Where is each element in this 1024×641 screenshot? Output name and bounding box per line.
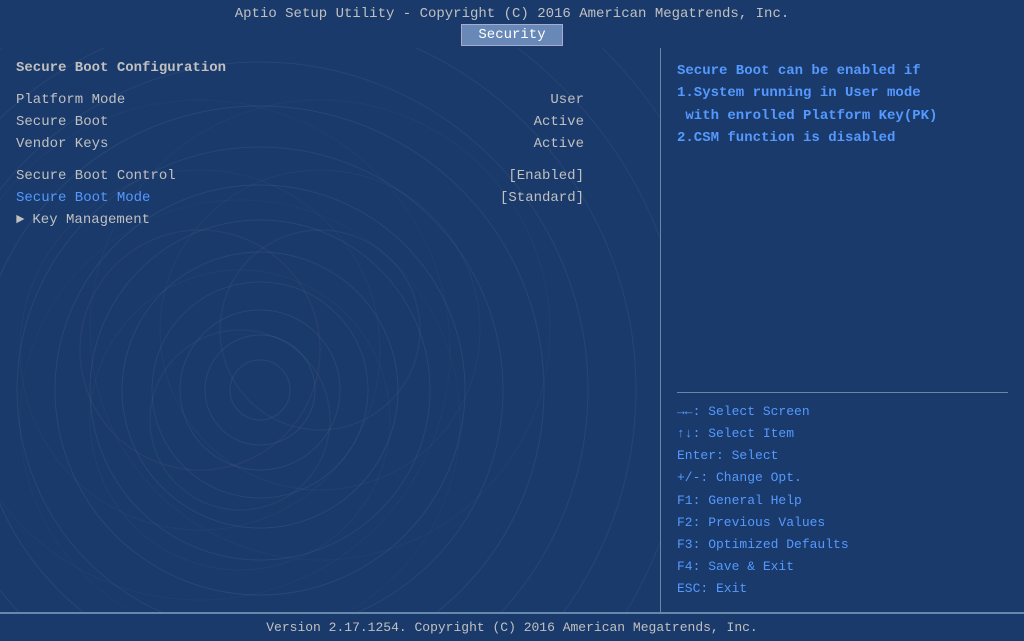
secure-boot-control-value: [Enabled] — [508, 168, 584, 184]
help-line-3: with enrolled Platform Key(PK) — [677, 105, 1008, 127]
shortcut-enter: Enter: Select — [677, 445, 1008, 467]
shortcut-f1: F1: General Help — [677, 490, 1008, 512]
shortcut-esc: ESC: Exit — [677, 578, 1008, 600]
key-management-label: Key Management — [32, 212, 150, 228]
secure-boot-value: Active — [534, 114, 584, 130]
shortcut-change: +/-: Change Opt. — [677, 467, 1008, 489]
secure-boot-control-item[interactable]: Secure Boot Control [Enabled] — [16, 168, 644, 184]
section-title: Secure Boot Configuration — [16, 60, 644, 76]
secure-boot-label: Secure Boot — [16, 114, 108, 130]
shortcuts-divider — [677, 392, 1008, 393]
title-bar: Aptio Setup Utility - Copyright (C) 2016… — [0, 0, 1024, 22]
shortcut-f3: F3: Optimized Defaults — [677, 534, 1008, 556]
platform-mode-item: Platform Mode User — [16, 92, 644, 108]
left-panel: Secure Boot Configuration Platform Mode … — [0, 48, 660, 612]
menu-separator-1 — [16, 158, 644, 168]
secure-boot-mode-value: [Standard] — [500, 190, 584, 206]
shortcuts-area: →←: Select Screen ↑↓: Select Item Enter:… — [677, 384, 1008, 600]
platform-mode-label: Platform Mode — [16, 92, 125, 108]
key-management-item[interactable]: ► Key Management — [16, 212, 644, 228]
secure-boot-item: Secure Boot Active — [16, 114, 644, 130]
help-line-2: 1.System running in User mode — [677, 82, 1008, 104]
shortcut-f2: F2: Previous Values — [677, 512, 1008, 534]
tab-security[interactable]: Security — [461, 24, 562, 46]
content-area: Secure Boot Configuration Platform Mode … — [0, 48, 1024, 612]
shortcut-select-screen: →←: Select Screen — [677, 401, 1008, 423]
vendor-keys-value: Active — [534, 136, 584, 152]
secure-boot-control-label: Secure Boot Control — [16, 168, 176, 184]
help-line-1: Secure Boot can be enabled if — [677, 60, 1008, 82]
secure-boot-mode-label: Secure Boot Mode — [16, 190, 150, 206]
shortcut-f4: F4: Save & Exit — [677, 556, 1008, 578]
footer-text: Version 2.17.1254. Copyright (C) 2016 Am… — [266, 620, 757, 635]
help-line-4: 2.CSM function is disabled — [677, 127, 1008, 149]
vendor-keys-label: Vendor Keys — [16, 136, 108, 152]
ripple-background — [0, 48, 660, 612]
vendor-keys-item: Vendor Keys Active — [16, 136, 644, 152]
shortcut-select-item: ↑↓: Select Item — [677, 423, 1008, 445]
bios-container: Aptio Setup Utility - Copyright (C) 2016… — [0, 0, 1024, 641]
tab-bar: Security — [0, 22, 1024, 48]
help-text-area: Secure Boot can be enabled if 1.System r… — [677, 60, 1008, 150]
platform-mode-value: User — [550, 92, 584, 108]
title-text: Aptio Setup Utility - Copyright (C) 2016… — [235, 6, 790, 22]
footer: Version 2.17.1254. Copyright (C) 2016 Am… — [0, 612, 1024, 641]
arrow-icon: ► — [16, 212, 24, 228]
secure-boot-mode-item[interactable]: Secure Boot Mode [Standard] — [16, 190, 644, 206]
right-panel: Secure Boot can be enabled if 1.System r… — [660, 48, 1024, 612]
